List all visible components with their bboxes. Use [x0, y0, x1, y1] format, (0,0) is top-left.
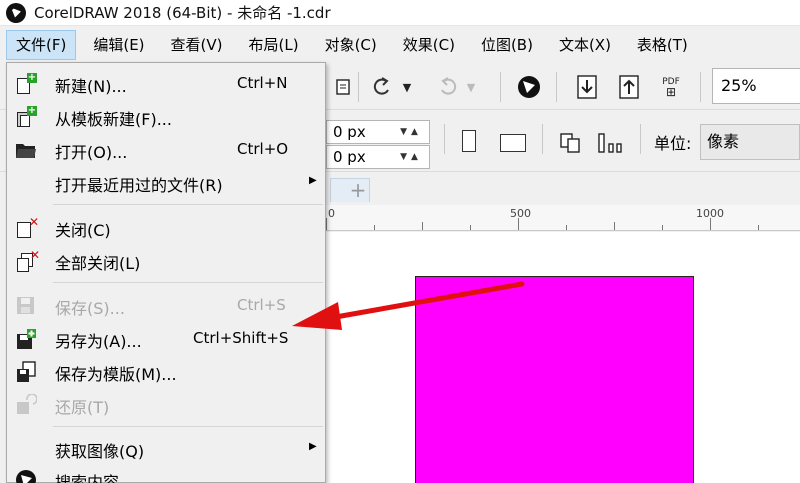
menu-item-search-content-label: 搜索内容: [55, 473, 120, 483]
redo-dropdown-icon: ▼: [466, 80, 476, 94]
menu-item-new-shortcut: Ctrl+N: [237, 74, 288, 92]
menu-item-acquire-image[interactable]: 获取图像(Q) ▶: [7, 432, 325, 464]
width-value: 0 px: [333, 123, 366, 141]
revert-icon: [15, 393, 38, 416]
submenu-arrow-icon: ▶: [309, 441, 317, 452]
menu-edit[interactable]: 编辑(E): [84, 30, 153, 60]
menu-bitmaps[interactable]: 位图(B): [472, 30, 542, 60]
portrait-page-icon[interactable]: [462, 130, 476, 152]
menu-item-revert: 还原(T): [7, 388, 325, 420]
menu-item-close-all[interactable]: ✕ 全部关闭(L): [7, 244, 325, 276]
menu-item-search-content[interactable]: 搜索内容: [7, 463, 325, 483]
current-page-icon[interactable]: [596, 128, 626, 158]
menu-item-revert-label: 还原(T): [55, 398, 110, 417]
new-tab-plus-icon[interactable]: +: [346, 178, 370, 202]
menu-item-open-label: 打开(O)...: [55, 143, 128, 162]
zoom-level-input[interactable]: 25%: [712, 68, 800, 104]
menu-item-save: 保存(S)... Ctrl+S: [7, 289, 325, 321]
menu-item-save-shortcut: Ctrl+S: [237, 296, 286, 314]
title-bar: CorelDRAW 2018 (64-Bit) - 未命名 -1.cdr: [0, 0, 800, 26]
menu-item-close-label: 关闭(C): [55, 221, 111, 240]
height-field[interactable]: 0 px ▼▲: [326, 145, 430, 169]
menu-item-acquire-image-label: 获取图像(Q): [55, 442, 145, 461]
menu-view[interactable]: 查看(V): [162, 30, 232, 60]
open-folder-icon: [15, 139, 37, 161]
menu-item-save-label: 保存(S)...: [55, 299, 125, 318]
menu-table[interactable]: 表格(T): [628, 30, 697, 60]
height-value: 0 px: [333, 148, 366, 166]
menu-file[interactable]: 文件(F): [6, 30, 77, 60]
height-spin-icon[interactable]: ▼▲: [393, 146, 429, 168]
search-content-icon: [15, 469, 37, 483]
menu-item-save-as-label: 另存为(A)...: [55, 332, 142, 351]
new-from-template-icon: +: [15, 106, 37, 128]
menu-item-close[interactable]: ✕ 关闭(C): [7, 211, 325, 243]
menu-item-save-as[interactable]: 另存为(A)... Ctrl+Shift+S: [7, 322, 325, 354]
redo-icon: [432, 72, 462, 102]
units-label: 单位:: [654, 134, 692, 153]
horizontal-ruler[interactable]: 0 500 1000: [326, 205, 800, 231]
menu-bar: 文件(F) 编辑(E) 查看(V) 布局(L) 对象(C) 效果(C) 位图(B…: [0, 28, 800, 62]
menu-item-close-all-label: 全部关闭(L): [55, 254, 141, 273]
import-icon[interactable]: [572, 72, 602, 102]
document-tab-strip: [326, 176, 800, 204]
close-all-icon: ✕: [15, 249, 40, 272]
menu-item-open-shortcut: Ctrl+O: [237, 140, 289, 158]
save-as-icon: [15, 328, 37, 350]
save-as-template-icon: [15, 361, 37, 383]
new-document-icon: +: [15, 73, 37, 95]
menu-item-open-recent-label: 打开最近用过的文件(R): [55, 176, 223, 195]
menu-text[interactable]: 文本(X): [550, 30, 620, 60]
print-icon[interactable]: [328, 72, 358, 102]
menu-item-new[interactable]: + 新建(N)... Ctrl+N: [7, 67, 325, 99]
units-select[interactable]: 像素: [700, 124, 800, 160]
all-pages-icon[interactable]: [556, 128, 586, 158]
submenu-arrow-icon: ▶: [309, 175, 317, 186]
menu-item-open-recent[interactable]: 打开最近用过的文件(R) ▶: [7, 166, 325, 198]
corel-connect-icon[interactable]: [514, 72, 544, 102]
menu-item-save-as-template[interactable]: 保存为模版(M)...: [7, 355, 325, 387]
undo-dropdown-icon[interactable]: ▼: [398, 72, 416, 102]
menu-object[interactable]: 对象(C): [316, 30, 386, 60]
menu-item-new-label: 新建(N)...: [55, 77, 127, 96]
undo-icon[interactable]: [368, 72, 398, 102]
ruler-label-0: 0: [328, 207, 335, 220]
menu-item-new-from-template-label: 从模板新建(F)...: [55, 110, 172, 129]
menu-item-new-from-template[interactable]: + 从模板新建(F)...: [7, 100, 325, 132]
file-menu-dropdown: + 新建(N)... Ctrl+N + 从模板新建(F)... 打开(O)...…: [6, 62, 326, 483]
landscape-page-icon[interactable]: [500, 134, 526, 152]
export-icon[interactable]: [614, 72, 644, 102]
publish-pdf-icon[interactable]: PDF ⊞: [656, 72, 686, 102]
menu-layout[interactable]: 布局(L): [240, 30, 308, 60]
save-icon: [15, 295, 37, 317]
menu-effects[interactable]: 效果(C): [394, 30, 464, 60]
width-field[interactable]: 0 px ▼▲: [326, 120, 430, 144]
width-spin-icon[interactable]: ▼▲: [393, 121, 429, 143]
menu-item-save-as-shortcut: Ctrl+Shift+S: [193, 329, 289, 347]
ruler-label-500: 500: [510, 207, 531, 220]
menu-item-open[interactable]: 打开(O)... Ctrl+O: [7, 133, 325, 165]
coreldraw-logo-icon: [6, 2, 26, 23]
window-title: CorelDRAW 2018 (64-Bit) - 未命名 -1.cdr: [34, 4, 331, 22]
close-document-icon: ✕: [15, 216, 39, 239]
menu-item-save-as-template-label: 保存为模版(M)...: [55, 365, 177, 384]
magenta-rectangle[interactable]: [415, 276, 694, 483]
